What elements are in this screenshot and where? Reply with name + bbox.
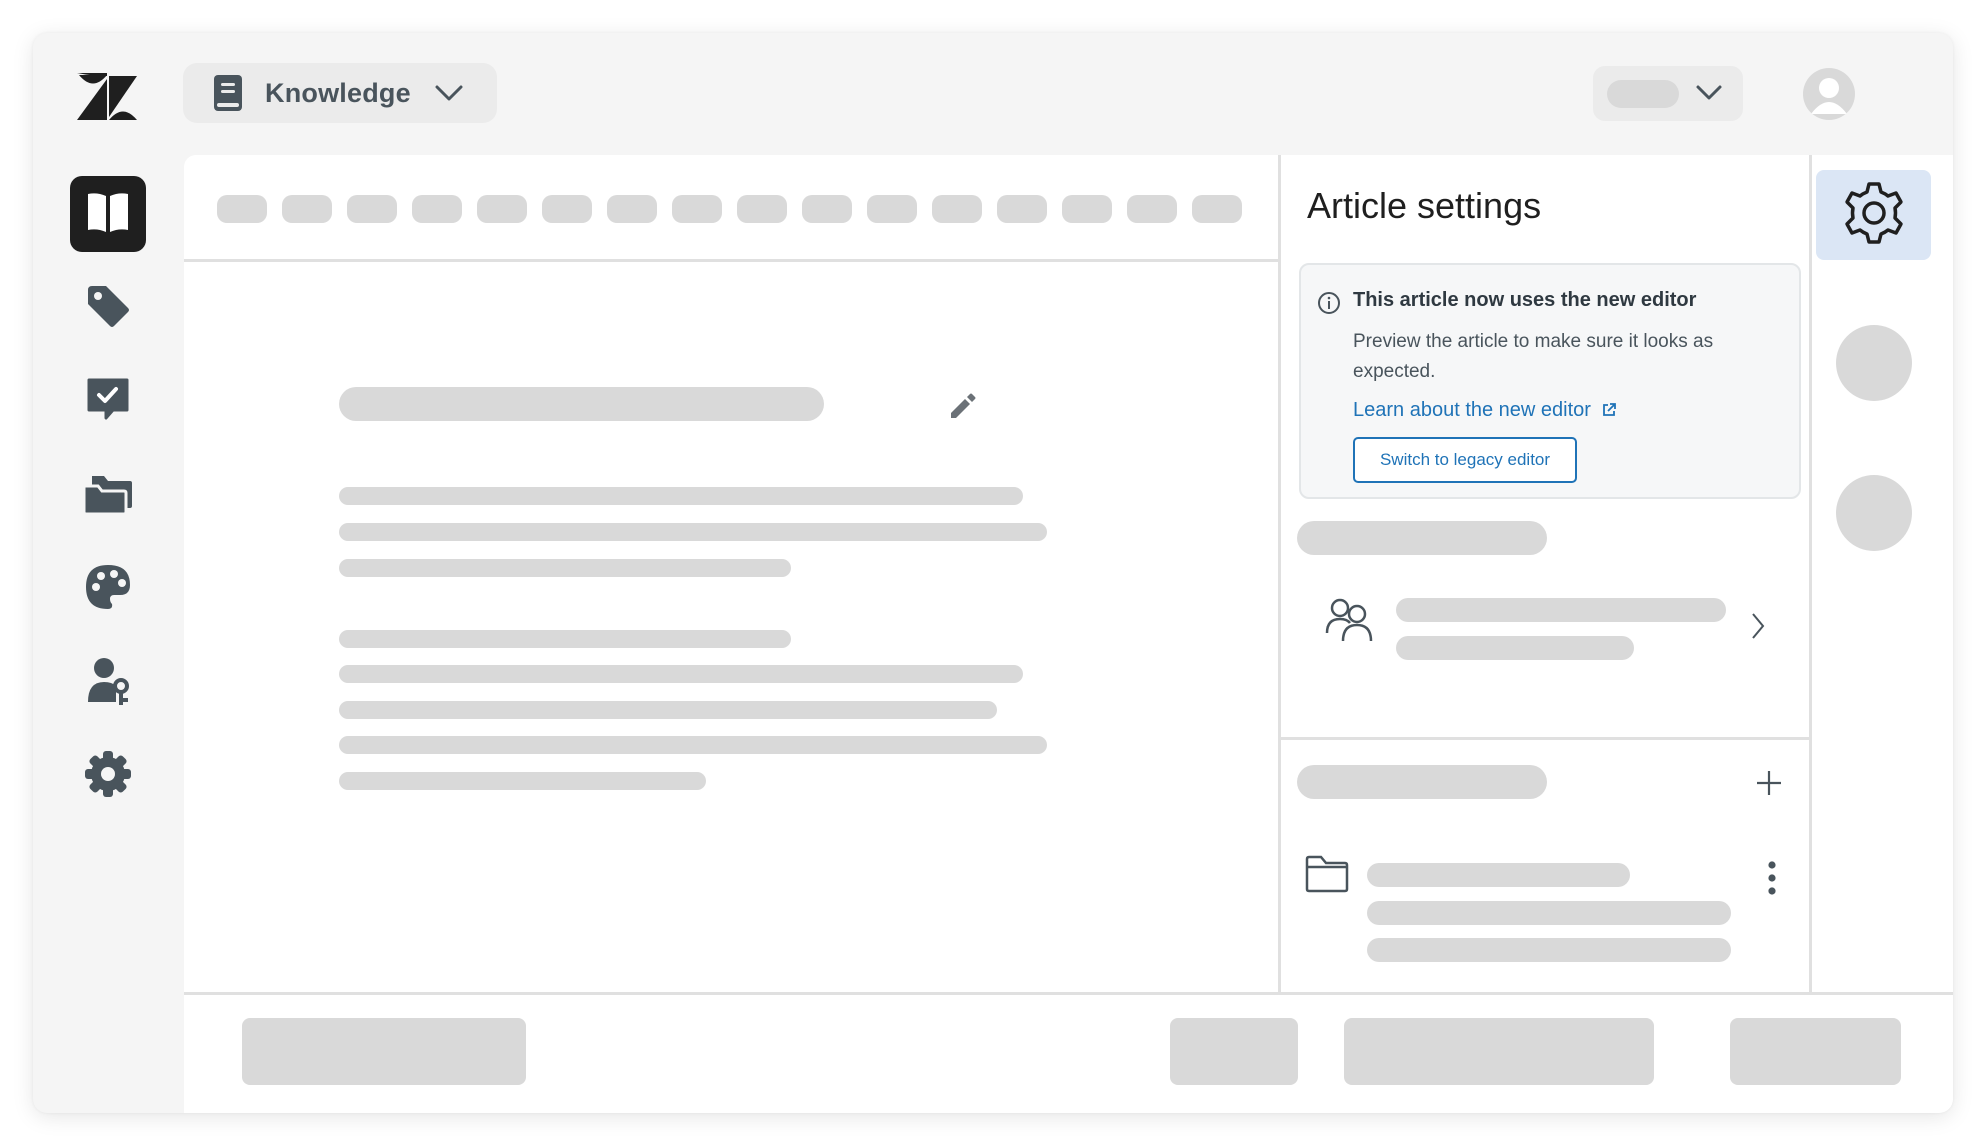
nav-item-themes[interactable] [70,551,146,627]
toolbar-button[interactable] [1062,195,1112,223]
product-switcher[interactable]: Knowledge [183,63,497,123]
nav-item-tags[interactable] [70,270,146,346]
product-name: Knowledge [265,77,411,108]
text-line-placeholder [339,559,791,577]
gear-icon [1841,180,1907,251]
toolbar-button[interactable] [932,195,982,223]
footer-button-placeholder[interactable] [242,1018,526,1085]
toolbar-button[interactable] [477,195,527,223]
toolbar-button[interactable] [1192,195,1242,223]
text-line-placeholder [339,665,1023,683]
section-heading-placeholder [1297,521,1547,555]
open-book-icon [85,190,131,239]
category-line-placeholder [1367,938,1731,962]
permissions-line-placeholder [1396,598,1726,622]
editor-toolbar [184,155,1278,262]
text-line-placeholder [339,630,791,648]
text-line-placeholder [339,523,1047,541]
chevron-down-icon [435,84,463,102]
main-content: Article settings This article now uses t… [184,155,1953,1113]
learn-more-link[interactable]: Learn about the new editor [1353,399,1617,424]
editor-pane [184,155,1281,992]
text-line-placeholder [339,487,1023,505]
chevron-right-icon[interactable] [1749,611,1767,646]
tab-article-settings[interactable] [1816,170,1931,260]
toolbar-button[interactable] [737,195,787,223]
book-icon [213,74,243,112]
dropdown-placeholder [1607,80,1679,108]
footer-button-placeholder[interactable] [1170,1018,1298,1085]
nav-item-user-permissions[interactable] [70,645,146,721]
plus-icon[interactable] [1755,769,1783,802]
checked-speech-bubble-icon [85,376,131,427]
toolbar-button[interactable] [802,195,852,223]
info-circle-icon [1317,291,1341,320]
section-divider [1281,737,1809,740]
section-heading-placeholder [1297,765,1547,799]
app-window: Knowledge Article settings This article … [33,33,1953,1113]
article-title-placeholder[interactable] [339,387,824,421]
permissions-line-placeholder [1396,636,1634,660]
settings-title: Article settings [1307,185,1542,226]
notice-title: This article now uses the new editor [1353,289,1697,311]
toolbar-button[interactable] [217,195,267,223]
user-avatar-icon[interactable] [1803,68,1855,120]
toolbar-button[interactable] [412,195,462,223]
toolbar-button[interactable] [607,195,657,223]
toolbar-button[interactable] [672,195,722,223]
users-icon [1325,597,1375,648]
folders-icon [82,472,134,521]
nav-item-settings[interactable] [70,738,146,814]
nav-item-folders[interactable] [70,458,146,534]
footer-button-placeholder[interactable] [1344,1018,1654,1085]
category-line-placeholder [1367,863,1630,887]
folder-icon [1305,855,1349,898]
learn-more-link-label: Learn about the new editor [1353,399,1591,421]
tag-icon [84,282,132,335]
right-rail [1812,155,1953,992]
top-dropdown[interactable] [1593,66,1743,121]
toolbar-button[interactable] [542,195,592,223]
toolbar-button[interactable] [997,195,1047,223]
rail-tab-placeholder[interactable] [1836,325,1912,401]
palette-icon [84,563,132,616]
article-settings-panel: Article settings This article now uses t… [1281,155,1812,992]
footer-bar [184,992,1953,1113]
text-line-placeholder [339,701,997,719]
rail-tab-placeholder[interactable] [1836,475,1912,551]
text-line-placeholder [339,736,1047,754]
user-key-icon [84,656,132,711]
nav-item-articles[interactable] [70,176,146,252]
switch-to-legacy-editor-button[interactable]: Switch to legacy editor [1353,437,1577,483]
kebab-menu-icon[interactable] [1767,861,1777,900]
gear-icon [84,750,132,803]
new-editor-notice: This article now uses the new editor Pre… [1299,263,1801,499]
category-line-placeholder [1367,901,1731,925]
external-link-icon [1601,401,1617,424]
toolbar-button[interactable] [867,195,917,223]
nav-item-approvals[interactable] [70,363,146,439]
toolbar-button[interactable] [1127,195,1177,223]
toolbar-button[interactable] [282,195,332,223]
pencil-icon[interactable] [947,391,977,426]
toolbar-button[interactable] [347,195,397,223]
footer-button-placeholder[interactable] [1730,1018,1901,1085]
zendesk-logo-icon[interactable] [77,73,137,123]
notice-body: Preview the article to make sure it look… [1353,331,1714,382]
chevron-down-icon [1695,82,1723,109]
text-line-placeholder [339,772,706,790]
